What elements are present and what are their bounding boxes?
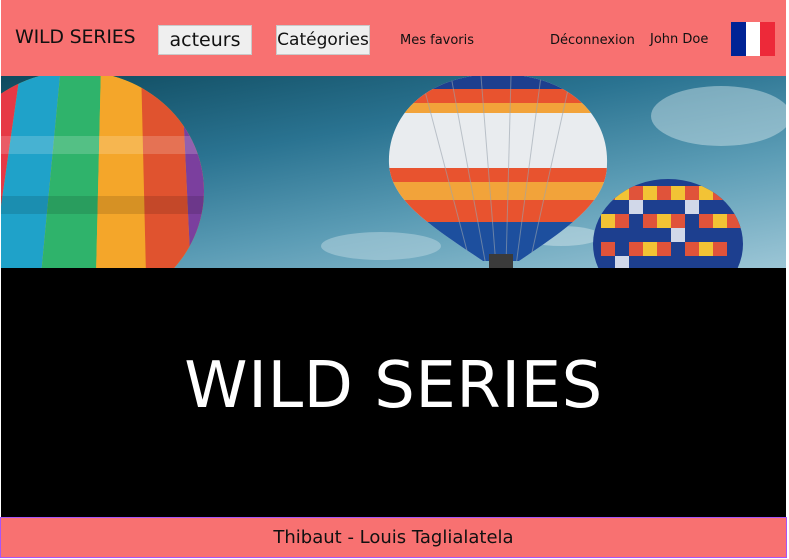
navbar: WILD SERIES acteurs Catégories Mes favor…	[1, 0, 786, 76]
categories-button[interactable]: Catégories	[276, 25, 370, 55]
acteurs-button[interactable]: acteurs	[158, 25, 252, 55]
hot-air-balloons-illustration	[1, 76, 786, 268]
footer-credit: Thibaut - Louis Taglialatela	[273, 527, 514, 548]
page-title: WILD SERIES	[184, 349, 603, 423]
logout-link[interactable]: Déconnexion	[550, 33, 635, 48]
title-banner: WILD SERIES	[1, 268, 786, 517]
french-flag-icon[interactable]	[731, 22, 776, 56]
hero-banner-image	[1, 76, 786, 268]
footer: Thibaut - Louis Taglialatela	[0, 517, 787, 558]
user-name: John Doe	[650, 32, 709, 47]
favorites-link[interactable]: Mes favoris	[400, 33, 474, 48]
brand-title[interactable]: WILD SERIES	[15, 26, 136, 48]
